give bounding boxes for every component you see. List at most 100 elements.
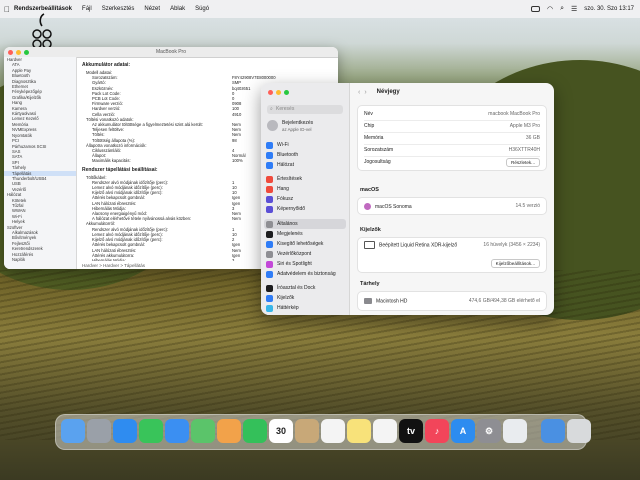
sysinfo-sidebar: Hardver ATA Apple Pay Bluetooth Diagnosztika… [4,57,77,269]
settings-item-label: Bluetooth [277,152,299,158]
settings-item-label: Képernyőidő [277,206,306,212]
settings-item-label: Kijelzők [277,295,295,301]
zoom-button[interactable] [284,90,289,95]
display-icon [364,241,375,249]
facetime-icon[interactable] [243,419,267,443]
settings-item-label: Háttérkép [277,305,299,311]
account-subtitle: az Apple ID-vel [282,127,312,132]
dock-glyph: A [459,426,467,436]
settings-item-label: Értesítések [277,176,303,182]
account-name: Bejelentkezés [282,120,314,126]
search-placeholder: Keresés [276,106,295,112]
settings-main: ‹› Névjegy Név macbook MacBook Pro Chip Ap… [350,83,554,315]
settings-item[interactable]: Wi-Fi [264,140,346,150]
window-title: MacBook Pro [155,49,186,55]
maps-icon[interactable] [191,419,215,443]
system-settings-icon[interactable]: ⚙ [477,419,501,443]
back-forward-icon[interactable]: ‹› [358,89,371,96]
search-icon: ⌕ [270,106,273,112]
settings-item[interactable]: Vezérlőközpont [264,249,346,259]
menu-clock[interactable]: szo. 30. Szo 13:17 [584,6,634,12]
settings-item[interactable]: Háttérkép [264,303,346,313]
safari-icon[interactable] [113,419,137,443]
storage-card: Macintosh HD 474,6 GB/494,38 GB elérhető… [357,291,547,311]
music-icon[interactable]: ♪ [425,419,449,443]
settings-item-label: Íróasztal és Dock [277,285,316,291]
appstore-icon[interactable]: A [451,419,475,443]
menu-view[interactable]: Nézet [144,6,160,12]
apple-id-signin[interactable]: Bejelentkezés az Apple ID-vel [267,119,347,139]
downloads-icon[interactable] [541,419,565,443]
settings-item[interactable]: Kisegítő lehetőségek [264,239,346,249]
row-value: Apple M3 Pro [509,123,540,129]
displays-heading: Kijelzők [360,227,381,233]
settings-item-icon [266,185,273,193]
settings-item-icon [266,304,273,312]
settings-item[interactable]: Bluetooth [264,150,346,160]
freeform-icon[interactable] [373,419,397,443]
kv-value: Nem [232,216,241,222]
settings-item[interactable]: Hang [264,184,346,194]
settings-item[interactable]: Siri és Spotlight [264,259,346,269]
appletv-icon[interactable]: tv [399,419,423,443]
row-value: 36 GB [525,135,540,141]
mail-icon[interactable] [165,419,189,443]
contacts-icon[interactable] [295,419,319,443]
control-center-icon[interactable]: ☰ [571,5,577,13]
menu-file[interactable]: Fájl [82,6,92,12]
settings-item-icon [266,161,273,169]
settings-item[interactable]: Képernyőidő [264,204,346,214]
messages-icon[interactable] [139,419,163,443]
menu-edit[interactable]: Szerkesztés [102,6,135,12]
notes-icon[interactable] [347,419,371,443]
settings-item-icon [266,175,273,183]
kv-value: 3 [232,257,235,261]
search-input[interactable]: ⌕ Keresés [267,105,343,114]
kv-value: bq40z651 [232,85,251,91]
trash-icon[interactable] [567,419,591,443]
menu-window[interactable]: Ablak [170,6,185,12]
settings-item-label: Wi-Fi [277,142,289,148]
launchpad-icon[interactable] [87,419,111,443]
page-title: Névjegy [376,89,400,95]
sidebar-item[interactable]: Naplók [4,257,76,262]
calendar-icon[interactable]: 30 [269,419,293,443]
display-settings-button[interactable]: Kijelzőbeállítások... [490,258,540,268]
row-value: macbook MacBook Pro [488,111,540,117]
dock-glyph: 30 [275,426,286,436]
settings-item-icon [266,220,273,228]
battery-icon[interactable] [530,6,540,12]
desktop-wallpaper:  Rendszerbeállítások Fájl Szerkesztés N… [0,0,640,480]
settings-sidebar: ⌕ Keresés Bejelentkezés az Apple ID-vel … [261,83,350,315]
settings-item[interactable]: Hálózat [264,160,346,170]
settings-item-icon [266,151,273,159]
logo-icon [32,13,52,49]
settings-item-label: Vezérlőközpont [277,251,312,257]
breadcrumb: Hardver > Hardver > Tápellátás [82,263,145,268]
finder-icon[interactable] [61,419,85,443]
settings-item[interactable]: Fókusz [264,194,346,204]
settings-item-label: Általános [277,221,298,227]
minimize-button[interactable] [276,90,281,95]
wifi-icon[interactable]: ◠ [547,5,553,13]
close-button[interactable] [268,90,273,95]
settings-item[interactable]: Adatvédelem és biztonság [264,269,346,279]
menu-help[interactable]: Súgó [195,6,209,12]
row-label: Chip [364,123,375,129]
apple-menu-icon[interactable]:  [0,5,14,14]
preview-icon[interactable] [503,419,527,443]
details-button[interactable]: Részletek... [506,157,540,167]
settings-item[interactable]: Íróasztal és Dock [264,283,346,293]
reminders-icon[interactable] [321,419,345,443]
settings-item[interactable]: Megjelenés [264,229,346,239]
settings-item-icon [266,141,273,149]
storage-heading: Tárhely [360,281,380,287]
settings-item[interactable]: Általános [264,219,346,229]
disk-name: Macintosh HD [376,298,408,305]
photos-icon[interactable] [217,419,241,443]
spotlight-icon[interactable]: ⌕ [560,5,564,13]
settings-item[interactable]: Értesítések [264,174,346,184]
row-value: H36XTTR40H [508,147,540,153]
kv-value: 100% [232,158,243,164]
settings-item[interactable]: Kijelzők [264,293,346,303]
